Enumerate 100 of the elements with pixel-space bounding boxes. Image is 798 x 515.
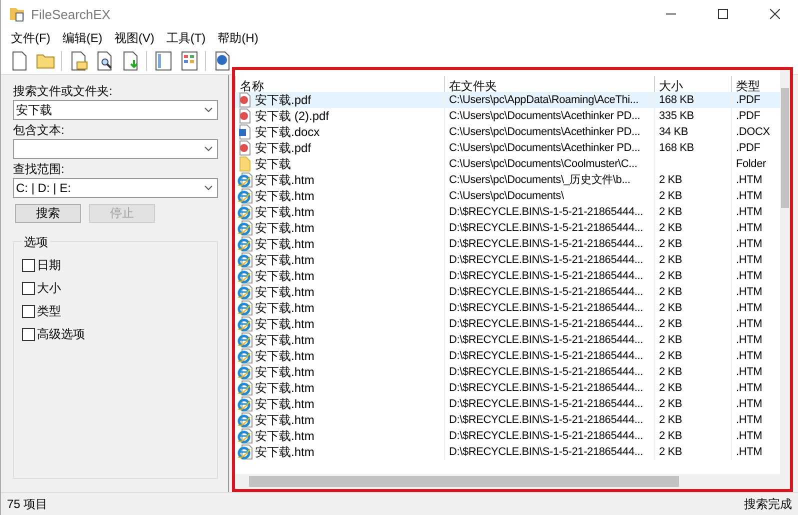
word-file-icon	[237, 124, 253, 140]
table-cell: 2 KB	[654, 204, 731, 220]
grid-icon[interactable]	[179, 50, 199, 72]
file-row[interactable]: 安下载.htm D:\$RECYCLE.BIN\S-1-5-21-21865444... 2 KB .HTM	[235, 236, 780, 252]
file-row[interactable]: 安下载.htm D:\$RECYCLE.BIN\S-1-5-21-21865444... 2 KB .HTM	[235, 444, 780, 460]
file-row[interactable]: 安下载.htm D:\$RECYCLE.BIN\S-1-5-21-21865444... 2 KB .HTM	[235, 252, 780, 268]
table-cell: .HTM	[731, 364, 779, 380]
table-cell: 2 KB	[654, 268, 731, 284]
web-file-icon	[237, 220, 253, 236]
menu-item[interactable]: 工具(T)	[160, 30, 212, 46]
table-cell: D:\$RECYCLE.BIN\S-1-5-21-21865444...	[444, 236, 654, 252]
table-cell: D:\$RECYCLE.BIN\S-1-5-21-21865444...	[444, 284, 654, 300]
menu-item[interactable]: 视图(V)	[108, 30, 160, 46]
web-file-icon	[237, 332, 253, 348]
web-file-icon	[237, 236, 253, 252]
web-file-icon	[237, 364, 253, 380]
table-cell: .HTM	[731, 332, 779, 348]
file-row[interactable]: 安下载.pdf C:\Users\pc\Documents\Acethinker PD... 168 KB .PDF	[235, 140, 780, 156]
file-row[interactable]: 安下载.htm D:\$RECYCLE.BIN\S-1-5-21-21865444... 2 KB .HTM	[235, 220, 780, 236]
file-row[interactable]: 安下载.pdf C:\Users\pc\AppData\Roaming\AceThi... 168 KB .PDF	[235, 92, 780, 108]
file-row[interactable]: 安下载.htm D:\$RECYCLE.BIN\S-1-5-21-21865444... 2 KB .HTM	[235, 396, 780, 412]
file-row[interactable]: 安下载 (2).pdf C:\Users\pc\Documents\Acethinker PD... 335 KB .PDF	[235, 108, 780, 124]
table-cell: 2 KB	[654, 396, 731, 412]
file-name: 安下载.pdf	[255, 140, 312, 156]
action-button[interactable]: 搜索	[15, 204, 81, 223]
file-row[interactable]: 安下载.htm D:\$RECYCLE.BIN\S-1-5-21-21865444... 2 KB .HTM	[235, 300, 780, 316]
table-cell: C:\Users\pc\Documents\	[444, 188, 654, 204]
web-file-icon	[237, 172, 253, 188]
table-cell: C:\Users\pc\Documents\Acethinker PD...	[444, 108, 654, 124]
pdf-file-icon	[237, 108, 253, 124]
file-row[interactable]: 安下载.htm D:\$RECYCLE.BIN\S-1-5-21-21865444... 2 KB .HTM	[235, 380, 780, 396]
table-cell: .HTM	[731, 412, 779, 428]
table-cell: C:\Users\pc\Documents\Coolmuster\C...	[444, 156, 654, 172]
field-label: 包含文本:	[13, 122, 66, 139]
file-row[interactable]: 安下载.htm C:\Users\pc\Documents\ 2 KB .HTM	[235, 188, 780, 204]
file-name: 安下载.htm	[255, 220, 314, 236]
table-cell: D:\$RECYCLE.BIN\S-1-5-21-21865444...	[444, 380, 654, 396]
table-cell: D:\$RECYCLE.BIN\S-1-5-21-21865444...	[444, 252, 654, 268]
table-cell: D:\$RECYCLE.BIN\S-1-5-21-21865444...	[444, 348, 654, 364]
horizontal-scrollbar[interactable]	[235, 474, 790, 489]
group-title: 选项	[22, 234, 50, 251]
panel-icon[interactable]	[153, 50, 173, 72]
file-name: 安下载.htm	[255, 236, 314, 252]
menu-item[interactable]: 帮助(H)	[212, 30, 264, 46]
table-cell: .HTM	[731, 172, 779, 188]
file-name: 安下载.htm	[255, 444, 314, 460]
file-name: 安下载.htm	[255, 332, 314, 348]
combo-box[interactable]: 安下载	[13, 100, 218, 120]
file-row[interactable]: 安下载.htm D:\$RECYCLE.BIN\S-1-5-21-21865444... 2 KB .HTM	[235, 332, 780, 348]
menu-item[interactable]: 文件(F)	[5, 30, 56, 46]
table-cell: .DOCX	[731, 124, 779, 140]
file-row[interactable]: 安下载.htm D:\$RECYCLE.BIN\S-1-5-21-21865444... 2 KB .HTM	[235, 412, 780, 428]
file-row[interactable]: 安下载.htm D:\$RECYCLE.BIN\S-1-5-21-21865444... 2 KB .HTM	[235, 348, 780, 364]
checkbox-label: 日期	[37, 257, 61, 274]
table-cell: 335 KB	[654, 108, 731, 124]
table-cell: D:\$RECYCLE.BIN\S-1-5-21-21865444...	[444, 316, 654, 332]
file-row[interactable]: 安下载.htm D:\$RECYCLE.BIN\S-1-5-21-21865444... 2 KB .HTM	[235, 428, 780, 444]
file-row[interactable]: 安下载.htm D:\$RECYCLE.BIN\S-1-5-21-21865444... 2 KB .HTM	[235, 284, 780, 300]
table-cell: 2 KB	[654, 220, 731, 236]
checkbox-label: 高级选项	[37, 326, 85, 343]
menu-item[interactable]: 编辑(E)	[56, 30, 108, 46]
table-cell: 2 KB	[654, 412, 731, 428]
file-name: 安下载.htm	[255, 284, 314, 300]
combo-box[interactable]: C: | D: | E:	[13, 178, 218, 198]
table-cell: .HTM	[731, 396, 779, 412]
checkbox[interactable]	[22, 328, 35, 341]
file-row[interactable]: 安下载.htm D:\$RECYCLE.BIN\S-1-5-21-21865444... 2 KB .HTM	[235, 268, 780, 284]
checkbox-label: 大小	[37, 280, 61, 297]
checkbox[interactable]	[22, 259, 35, 272]
file-name: 安下载.htm	[255, 300, 314, 316]
file-row[interactable]: 安下载.htm D:\$RECYCLE.BIN\S-1-5-21-21865444... 2 KB .HTM	[235, 364, 780, 380]
file-name: 安下载 (2).pdf	[255, 108, 330, 124]
close-icon[interactable]	[770, 9, 780, 19]
checkbox[interactable]	[22, 282, 35, 295]
file-row[interactable]: 安下载 C:\Users\pc\Documents\Coolmuster\C... Folder	[235, 156, 780, 172]
vertical-scrollbar[interactable]	[780, 70, 790, 474]
file-name: 安下载.htm	[255, 316, 314, 332]
file-row[interactable]: 安下载.htm C:\Users\pc\Documents\_历史文件\b... 2 KB .HTM	[235, 172, 780, 188]
file-row[interactable]: 安下载.htm D:\$RECYCLE.BIN\S-1-5-21-21865444... 2 KB .HTM	[235, 316, 780, 332]
table-cell: .HTM	[731, 444, 779, 460]
table-cell: .PDF	[731, 92, 779, 108]
web-file-icon	[237, 300, 253, 316]
app-icon	[9, 6, 25, 22]
file-name: 安下载.htm	[255, 396, 314, 412]
file-name: 安下载.htm	[255, 188, 314, 204]
pdf-file-icon	[237, 140, 253, 156]
maximize-icon[interactable]	[718, 9, 728, 19]
table-cell: .HTM	[731, 252, 779, 268]
checkbox[interactable]	[22, 305, 35, 318]
table-cell: .HTM	[731, 348, 779, 364]
table-cell: .HTM	[731, 380, 779, 396]
file-row[interactable]: 安下载.htm D:\$RECYCLE.BIN\S-1-5-21-21865444... 2 KB .HTM	[235, 204, 780, 220]
window-title: FileSearchEX	[31, 6, 112, 22]
table-cell: D:\$RECYCLE.BIN\S-1-5-21-21865444...	[444, 444, 654, 460]
table-cell: D:\$RECYCLE.BIN\S-1-5-21-21865444...	[444, 204, 654, 220]
web-file-icon	[237, 252, 253, 268]
table-cell: 2 KB	[654, 252, 731, 268]
table-cell: 168 KB	[654, 140, 731, 156]
web-file-icon	[237, 396, 253, 412]
file-row[interactable]: 安下载.docx C:\Users\pc\Documents\Acethinker PD... 34 KB .DOCX	[235, 124, 780, 140]
